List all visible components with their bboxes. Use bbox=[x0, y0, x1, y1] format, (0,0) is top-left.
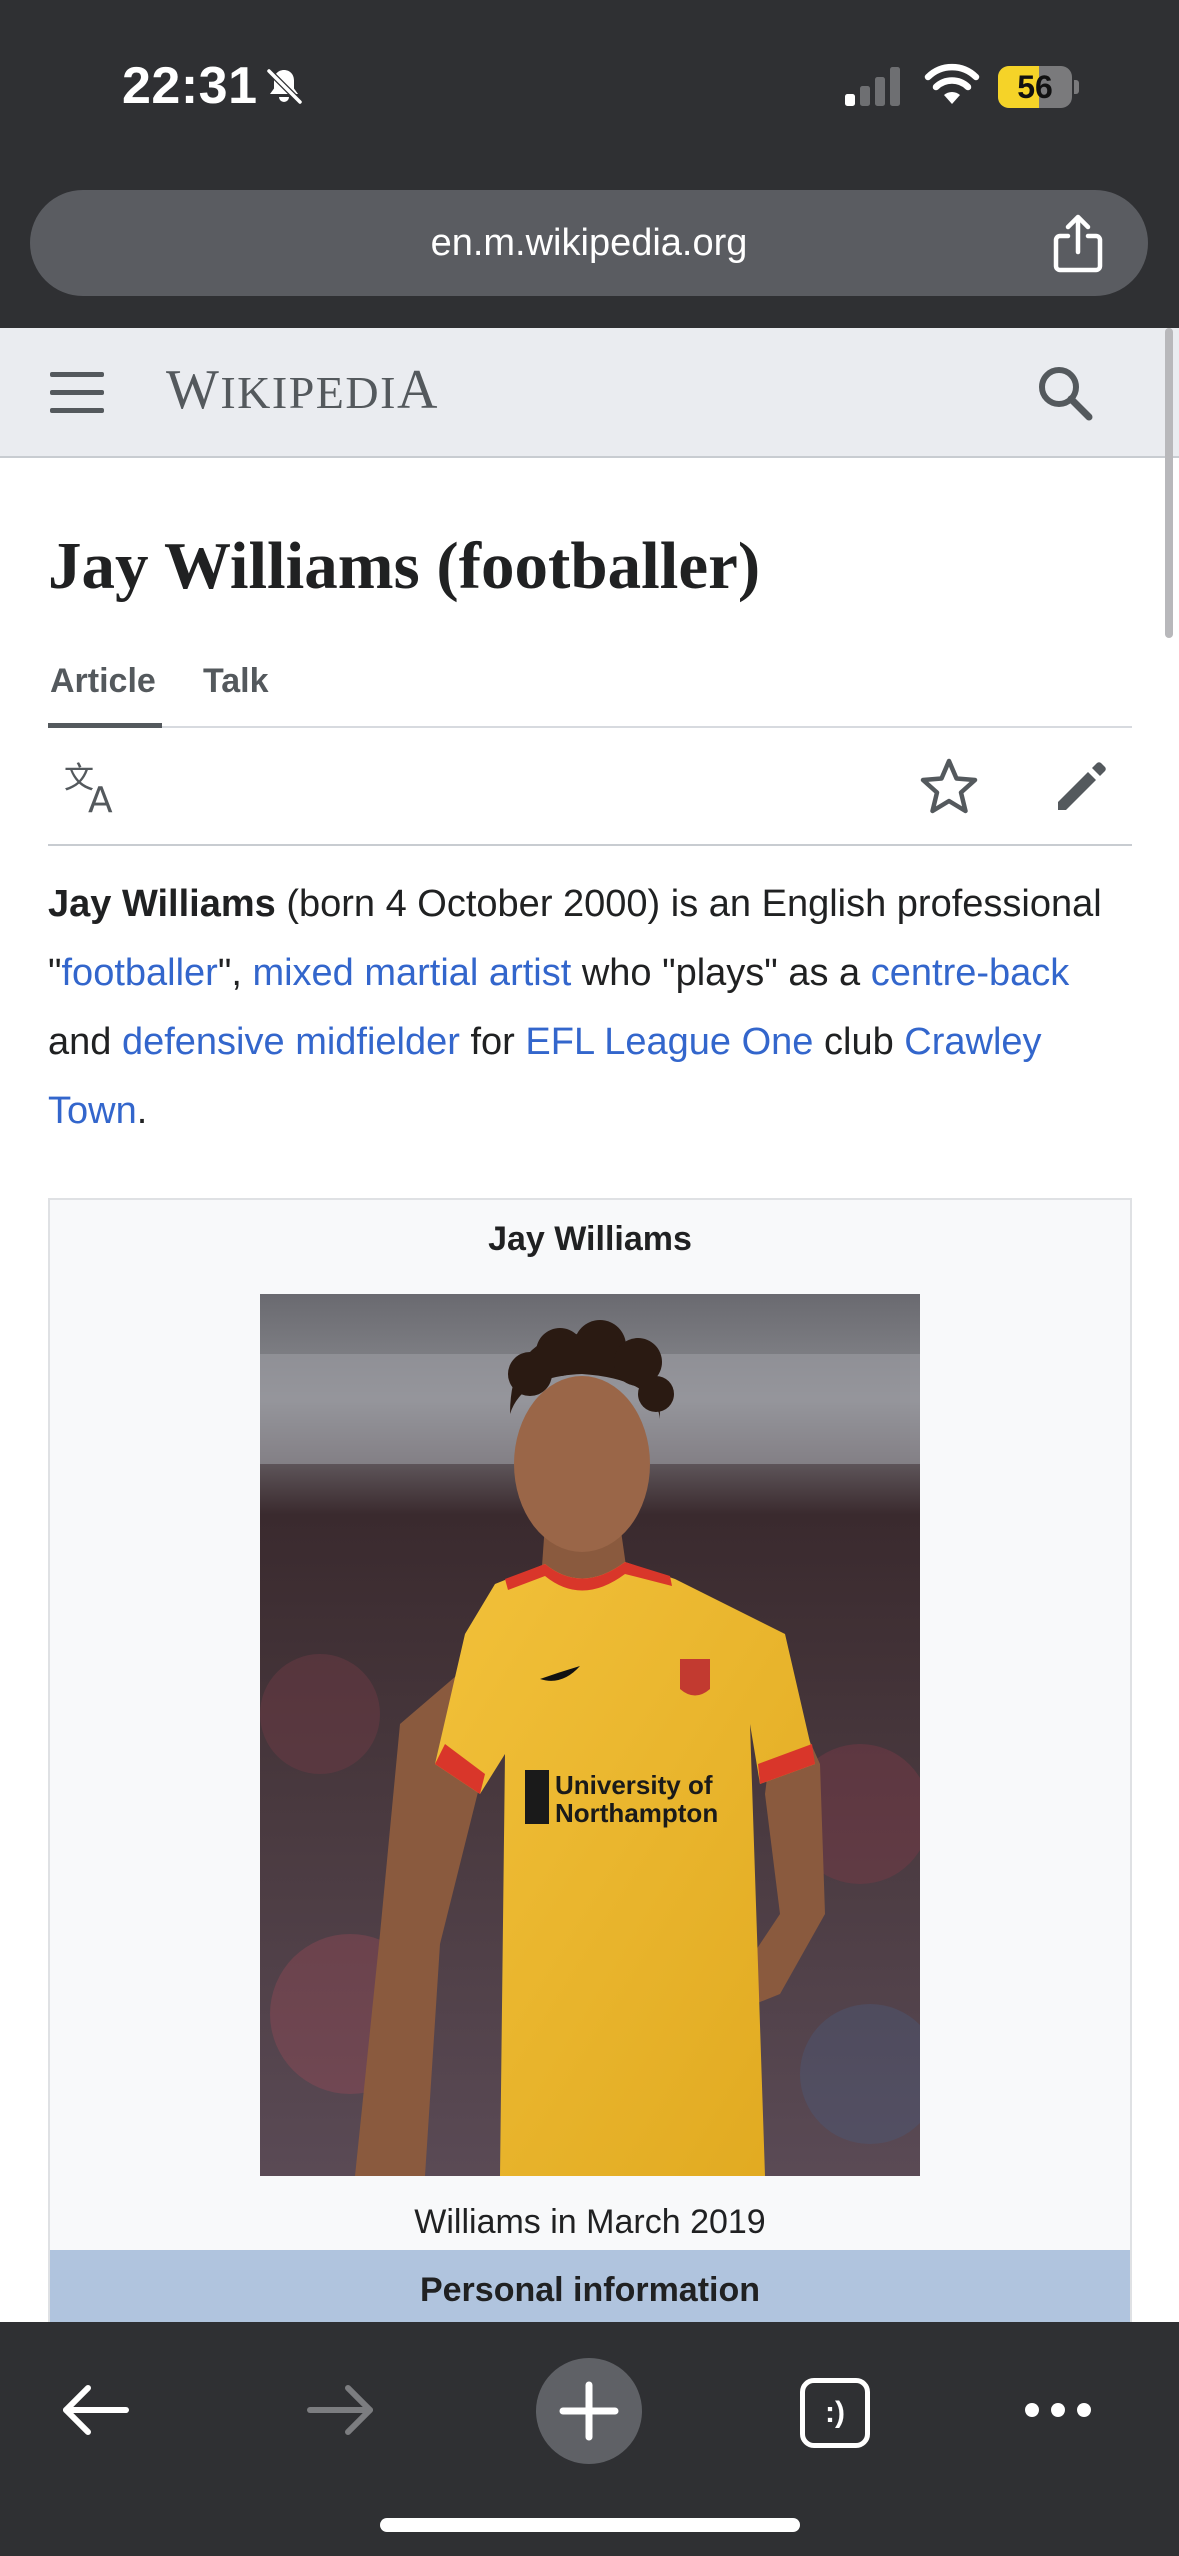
address-bar[interactable]: en.m.wikipedia.org bbox=[30, 190, 1148, 296]
link-mixed-martial-artist[interactable]: mixed martial artist bbox=[252, 952, 571, 994]
status-time: 22:31 bbox=[122, 57, 258, 115]
cellular-signal-icon bbox=[845, 67, 900, 106]
search-icon[interactable] bbox=[1036, 364, 1094, 422]
plus-icon bbox=[559, 2381, 619, 2441]
language-icon[interactable]: 文 A bbox=[64, 758, 124, 814]
tabs-button[interactable]: :) bbox=[800, 2378, 870, 2448]
battery-nub bbox=[1074, 80, 1079, 94]
wiki-header: WIKIPEDIA bbox=[0, 328, 1179, 458]
lead-text: and bbox=[48, 1021, 122, 1063]
url-text[interactable]: en.m.wikipedia.org bbox=[30, 190, 1148, 296]
star-icon[interactable] bbox=[918, 756, 980, 818]
svg-text:A: A bbox=[88, 780, 113, 814]
lead-paragraph: Jay Williams (born 4 October 2000) is an… bbox=[48, 870, 1138, 1146]
wikipedia-logo[interactable]: WIKIPEDIA bbox=[166, 358, 439, 422]
page-actions: 文 A bbox=[48, 728, 1132, 846]
lead-text: for bbox=[459, 1021, 526, 1063]
lead-name: Jay Williams bbox=[48, 883, 276, 925]
home-indicator[interactable] bbox=[380, 2518, 800, 2532]
more-icon[interactable] bbox=[1022, 2394, 1094, 2426]
link-footballer[interactable]: footballer bbox=[62, 952, 218, 994]
bell-slash-icon bbox=[266, 68, 303, 105]
page-tabs: Article Talk bbox=[48, 658, 1132, 728]
infobox: Jay Williams University of Northampton W… bbox=[48, 1198, 1132, 2322]
tab-talk[interactable]: Talk bbox=[203, 658, 269, 704]
infobox-title: Jay Williams bbox=[488, 1220, 692, 1258]
infobox-photo[interactable]: University of Northampton bbox=[260, 1294, 920, 2176]
shirt-sponsor-line1: University of bbox=[555, 1770, 713, 1800]
lead-text: club bbox=[813, 1021, 905, 1063]
wifi-icon bbox=[924, 63, 980, 104]
link-defensive-midfielder[interactable]: defensive midfielder bbox=[122, 1021, 460, 1063]
forward-arrow-icon[interactable] bbox=[306, 2382, 376, 2438]
battery-icon: 56 bbox=[998, 66, 1079, 108]
link-efl-league-one[interactable]: EFL League One bbox=[525, 1021, 813, 1063]
status-bar: 22:31 56 bbox=[0, 0, 1179, 180]
lead-text: ", bbox=[217, 952, 253, 994]
battery-body: 56 bbox=[998, 66, 1072, 108]
back-arrow-icon[interactable] bbox=[60, 2382, 130, 2438]
battery-level: 56 bbox=[1017, 69, 1053, 105]
photo-caption: Williams in March 2019 bbox=[414, 2203, 766, 2241]
tab-article[interactable]: Article bbox=[48, 658, 162, 728]
logo-letters-middle: IKIPEDI bbox=[220, 367, 397, 418]
browser-toolbar: :) bbox=[0, 2322, 1179, 2556]
lead-text: . bbox=[136, 1090, 148, 1132]
page-scrollbar[interactable] bbox=[1165, 328, 1173, 638]
logo-letter-last: A bbox=[396, 359, 439, 421]
logo-letter-first: W bbox=[166, 359, 221, 421]
lead-text: who "plays" as a bbox=[571, 952, 871, 994]
edit-icon[interactable] bbox=[1052, 758, 1110, 816]
infobox-section-header: Personal information bbox=[50, 2250, 1130, 2322]
new-tab-button[interactable] bbox=[536, 2358, 642, 2464]
shirt-sponsor-line2: Northampton bbox=[555, 1798, 718, 1828]
menu-icon[interactable] bbox=[48, 368, 106, 418]
link-centre-back[interactable]: centre-back bbox=[871, 952, 1070, 994]
share-icon[interactable] bbox=[1050, 214, 1106, 274]
web-page: WIKIPEDIA Jay Williams (footballer) Arti… bbox=[0, 328, 1179, 2322]
page-title: Jay Williams (footballer) bbox=[48, 529, 761, 603]
